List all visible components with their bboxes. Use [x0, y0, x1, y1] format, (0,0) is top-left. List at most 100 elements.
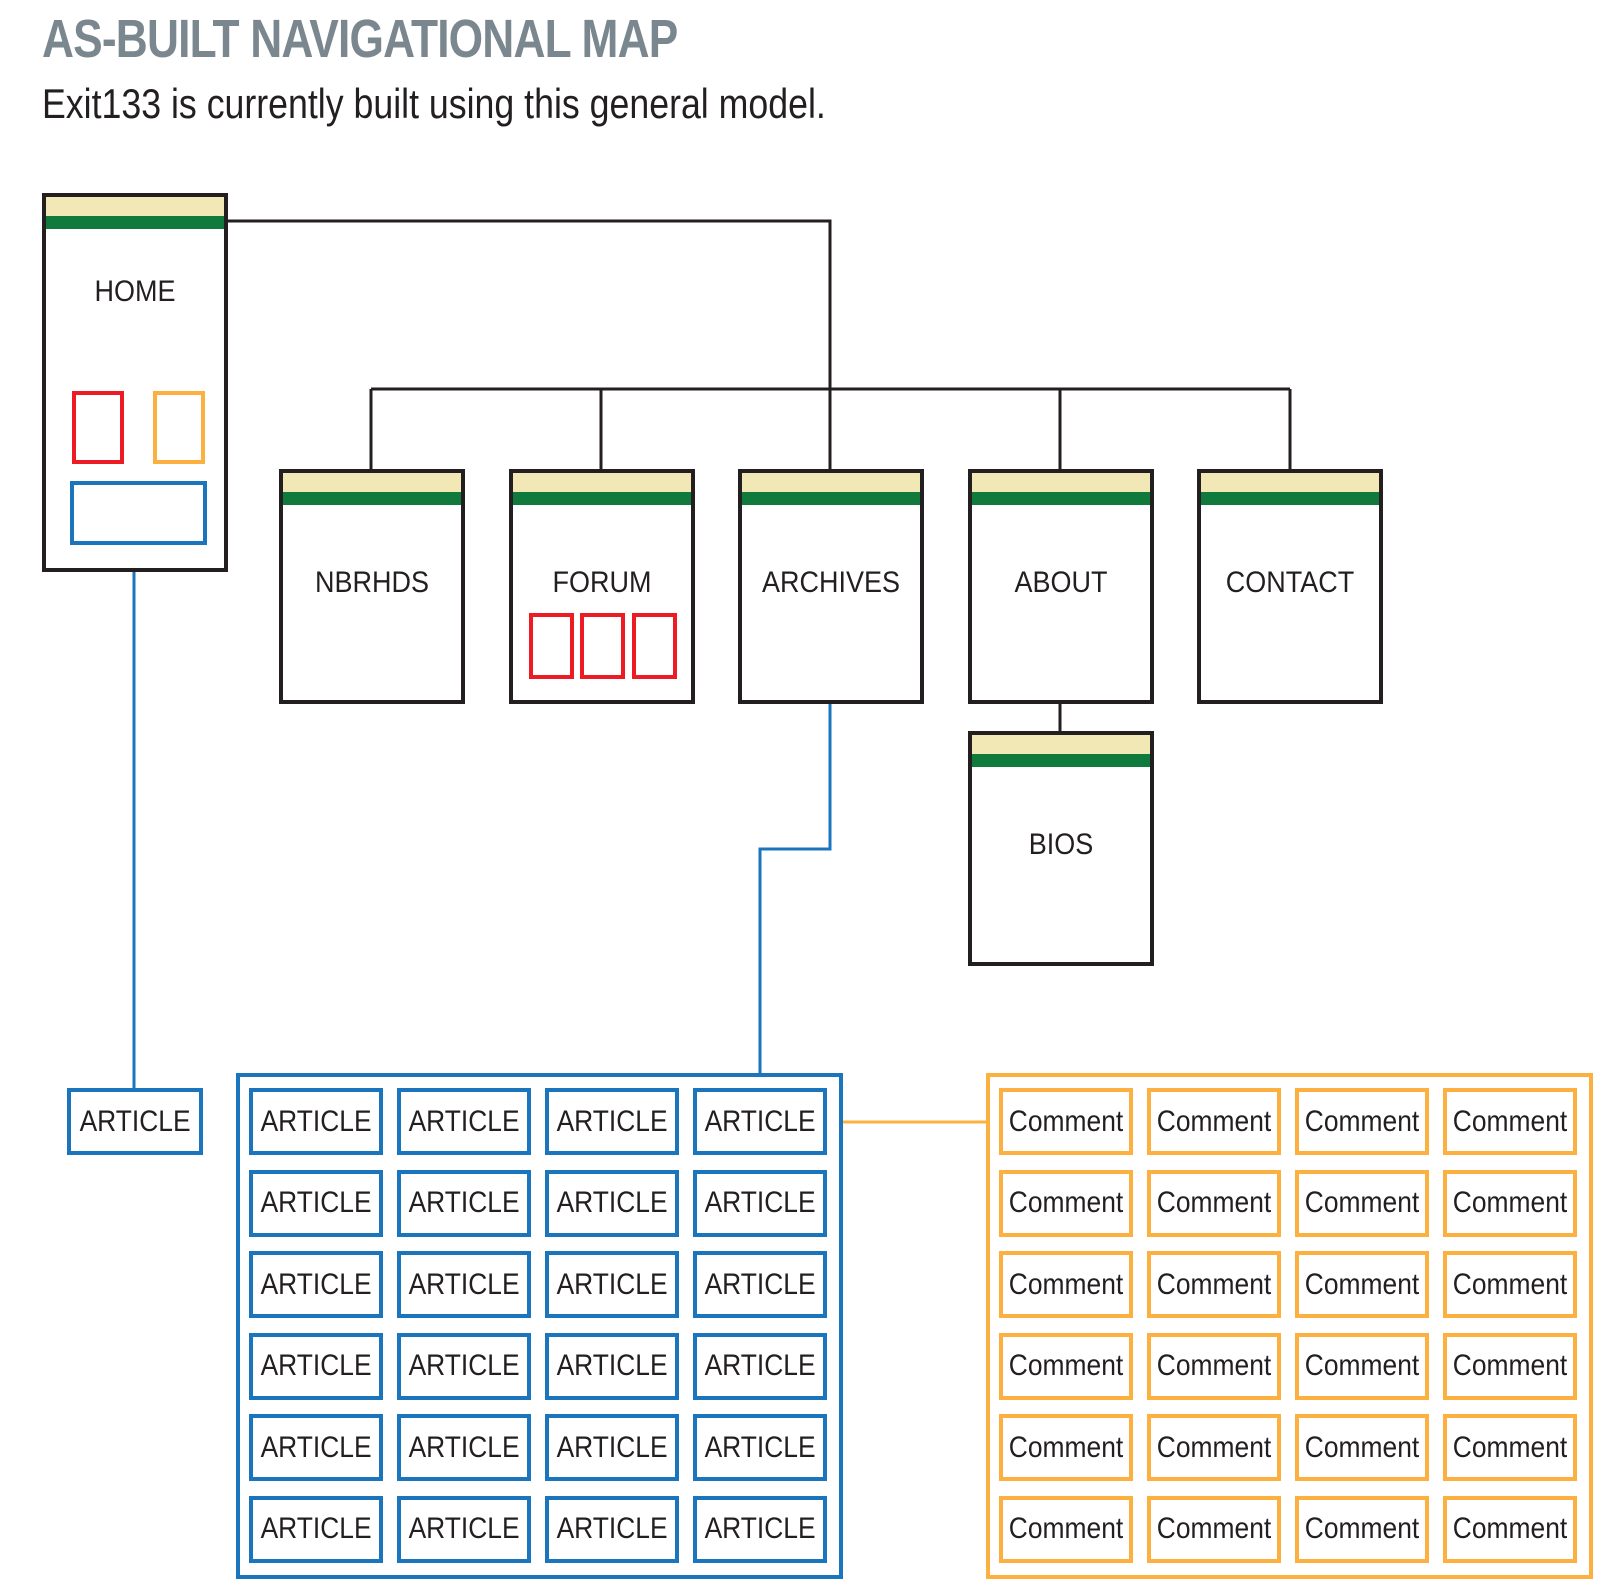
- article-item-label: ARTICLE: [408, 1512, 520, 1545]
- comment-item[interactable]: Comment: [1443, 1495, 1577, 1563]
- page-header-top: [283, 473, 461, 492]
- article-item[interactable]: ARTICLE: [249, 1495, 383, 1563]
- article-item-label: ARTICLE: [704, 1512, 816, 1545]
- article-item[interactable]: ARTICLE: [249, 1251, 383, 1318]
- comment-item-label: Comment: [1008, 1104, 1124, 1138]
- article-item[interactable]: ARTICLE: [693, 1169, 827, 1237]
- article-item-label: ARTICLE: [556, 1186, 668, 1219]
- comment-item[interactable]: Comment: [1295, 1251, 1429, 1318]
- article-item[interactable]: ARTICLE: [397, 1251, 531, 1318]
- article-item[interactable]: ARTICLE: [693, 1414, 827, 1481]
- comment-item-label: Comment: [1008, 1186, 1124, 1219]
- page-header-band: [283, 492, 461, 505]
- page-home[interactable]: HOME: [42, 193, 228, 572]
- page-archives[interactable]: ARCHIVES: [738, 469, 924, 704]
- archives-article-grid: ARTICLE ARTICLE ARTICLE ARTICLE ARTICLE ARTIC…: [236, 1073, 843, 1579]
- article-item-label: ARTICLE: [556, 1430, 668, 1464]
- article-item[interactable]: ARTICLE: [545, 1251, 679, 1318]
- comment-item[interactable]: Comment: [1443, 1332, 1577, 1400]
- article-item[interactable]: ARTICLE: [397, 1088, 531, 1155]
- page-label: BIOS: [1028, 828, 1094, 861]
- article-item-label: ARTICLE: [260, 1430, 372, 1464]
- comment-item[interactable]: Comment: [1295, 1088, 1429, 1155]
- page-contact[interactable]: CONTACT: [1197, 469, 1383, 704]
- comment-item[interactable]: Comment: [1443, 1088, 1577, 1155]
- article-item[interactable]: ARTICLE: [397, 1332, 531, 1400]
- article-item-label: ARTICLE: [408, 1349, 520, 1382]
- comment-item[interactable]: Comment: [1295, 1414, 1429, 1481]
- comment-item[interactable]: Comment: [1147, 1251, 1281, 1318]
- page-label: HOME: [94, 275, 176, 308]
- article-item-label: ARTICLE: [260, 1267, 372, 1301]
- comment-item[interactable]: Comment: [1443, 1414, 1577, 1481]
- article-item[interactable]: ARTICLE: [545, 1495, 679, 1563]
- article-item[interactable]: ARTICLE: [545, 1332, 679, 1400]
- forum-thread-box: [632, 613, 677, 679]
- comment-item-label: Comment: [1304, 1430, 1420, 1464]
- article-item[interactable]: ARTICLE: [249, 1169, 383, 1237]
- comment-item-label: Comment: [1452, 1349, 1568, 1382]
- comment-item[interactable]: Comment: [999, 1495, 1133, 1563]
- comment-item-label: Comment: [1156, 1267, 1272, 1301]
- page-header-top: [513, 473, 691, 492]
- article-item[interactable]: ARTICLE: [397, 1414, 531, 1481]
- article-item-label: ARTICLE: [408, 1267, 520, 1301]
- comment-item-label: Comment: [1156, 1104, 1272, 1138]
- comment-item[interactable]: Comment: [999, 1088, 1133, 1155]
- comment-item[interactable]: Comment: [999, 1169, 1133, 1237]
- article-item-label: ARTICLE: [408, 1104, 520, 1138]
- comment-item[interactable]: Comment: [1295, 1169, 1429, 1237]
- comment-item-label: Comment: [1452, 1267, 1568, 1301]
- article-item[interactable]: ARTICLE: [693, 1088, 827, 1155]
- comment-item[interactable]: Comment: [1147, 1414, 1281, 1481]
- comment-item[interactable]: Comment: [1295, 1495, 1429, 1563]
- page-nbrhds[interactable]: NBRHDS: [279, 469, 465, 704]
- article-item[interactable]: ARTICLE: [397, 1169, 531, 1237]
- comment-item-label: Comment: [1008, 1512, 1124, 1545]
- home-article[interactable]: ARTICLE: [67, 1088, 203, 1155]
- comment-item[interactable]: Comment: [1147, 1088, 1281, 1155]
- article-item-label: ARTICLE: [556, 1104, 668, 1138]
- comment-item-label: Comment: [1008, 1349, 1124, 1382]
- page-forum[interactable]: FORUM: [509, 469, 695, 704]
- comment-item[interactable]: Comment: [1147, 1495, 1281, 1563]
- article-item[interactable]: ARTICLE: [693, 1332, 827, 1400]
- article-item[interactable]: ARTICLE: [693, 1251, 827, 1318]
- page-header-top: [46, 197, 224, 216]
- page-about[interactable]: ABOUT: [968, 469, 1154, 704]
- comment-item-label: Comment: [1008, 1267, 1124, 1301]
- article-item[interactable]: ARTICLE: [249, 1332, 383, 1400]
- comment-item[interactable]: Comment: [1443, 1251, 1577, 1318]
- page-header-band: [1201, 492, 1379, 505]
- comment-item[interactable]: Comment: [999, 1251, 1133, 1318]
- comment-item-label: Comment: [1304, 1512, 1420, 1545]
- comment-item-label: Comment: [1156, 1512, 1272, 1545]
- article-item[interactable]: ARTICLE: [397, 1495, 531, 1563]
- article-item-label: ARTICLE: [556, 1512, 668, 1545]
- comment-item[interactable]: Comment: [1147, 1169, 1281, 1237]
- comment-item[interactable]: Comment: [999, 1332, 1133, 1400]
- article-item-label: ARTICLE: [408, 1186, 520, 1219]
- article-item[interactable]: ARTICLE: [249, 1088, 383, 1155]
- article-item-label: ARTICLE: [260, 1349, 372, 1382]
- comment-item-label: Comment: [1452, 1430, 1568, 1464]
- comment-item[interactable]: Comment: [999, 1414, 1133, 1481]
- article-item-label: ARTICLE: [408, 1430, 520, 1464]
- connector-home-to-bus: [227, 219, 832, 389]
- comment-item[interactable]: Comment: [1295, 1332, 1429, 1400]
- home-forum-widget: [72, 391, 124, 464]
- comment-item-label: Comment: [1452, 1186, 1568, 1219]
- article-item-label: ARTICLE: [556, 1267, 668, 1301]
- comment-item[interactable]: Comment: [1443, 1169, 1577, 1237]
- article-item[interactable]: ARTICLE: [545, 1088, 679, 1155]
- page-label: FORUM: [552, 566, 652, 599]
- article-item-label: ARTICLE: [260, 1512, 372, 1545]
- article-item[interactable]: ARTICLE: [545, 1414, 679, 1481]
- article-item[interactable]: ARTICLE: [545, 1169, 679, 1237]
- page-header-top: [972, 735, 1150, 754]
- article-item[interactable]: ARTICLE: [249, 1414, 383, 1481]
- article-item[interactable]: ARTICLE: [693, 1495, 827, 1563]
- comment-item-label: Comment: [1452, 1512, 1568, 1545]
- page-bios[interactable]: BIOS: [968, 731, 1154, 966]
- comment-item[interactable]: Comment: [1147, 1332, 1281, 1400]
